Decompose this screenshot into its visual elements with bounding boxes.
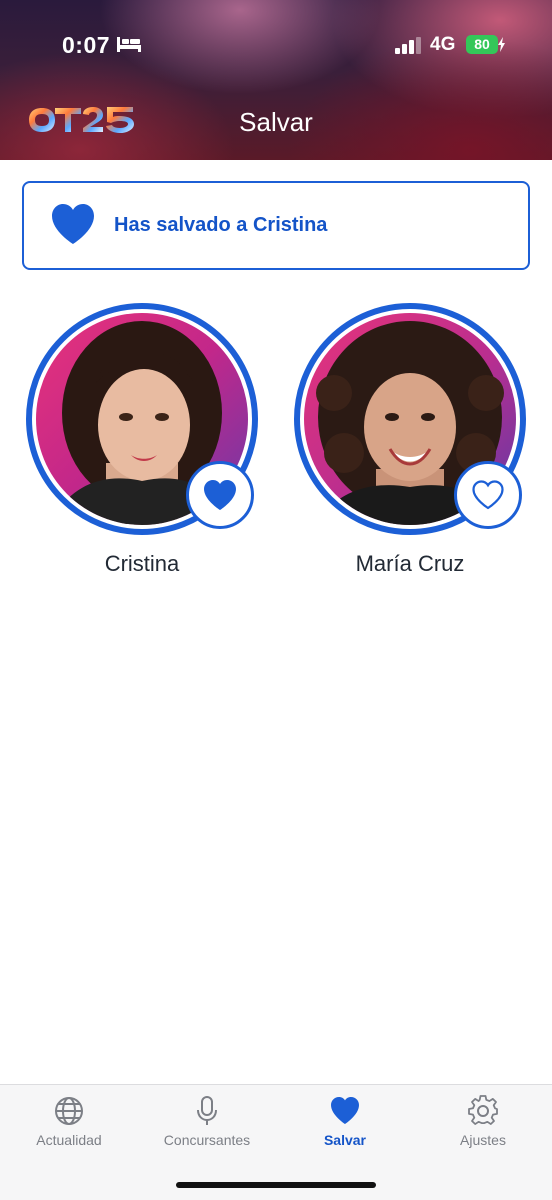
save-button[interactable] [186, 461, 254, 529]
battery-indicator: 80 [466, 35, 505, 54]
save-button[interactable] [454, 461, 522, 529]
status-time: 0:07 [62, 32, 111, 58]
contestant-card-maria-cruz[interactable]: María Cruz [294, 303, 526, 577]
tab-label: Salvar [323, 1132, 367, 1148]
avatar-ring [294, 303, 526, 535]
tab-salvar[interactable]: Salvar [276, 1095, 414, 1148]
tab-concursantes[interactable]: Concursantes [138, 1095, 276, 1148]
status-bar: 0:07 4G 80 [0, 0, 552, 90]
battery-level: 80 [474, 36, 490, 52]
heart-filled-icon [52, 204, 94, 244]
page-title-text: Salvar [239, 107, 313, 137]
tab-label: Actualidad [36, 1132, 102, 1148]
tab-label: Ajustes [460, 1132, 506, 1148]
bed-icon [117, 37, 141, 52]
tab-ajustes[interactable]: Ajustes [414, 1095, 552, 1148]
home-indicator[interactable] [176, 1182, 376, 1188]
contestant-name: María Cruz [355, 551, 465, 576]
heart-filled-icon [331, 1097, 359, 1124]
contestant-card-cristina[interactable]: Cristina [26, 303, 258, 577]
globe-icon [55, 1097, 83, 1125]
app-header: 0:07 4G 80 Salvar [0, 0, 552, 160]
tab-actualidad[interactable]: Actualidad [0, 1095, 138, 1148]
save-confirmation-banner: Has salvado a Cristina [22, 181, 530, 270]
cellular-signal-icon [395, 37, 421, 54]
microphone-icon [197, 1096, 217, 1125]
network-type: 4G [430, 34, 456, 55]
save-confirmation-text: Has salvado a Cristina [114, 214, 328, 236]
contestant-name: Cristina [104, 551, 180, 576]
charging-bolt-icon [498, 37, 505, 52]
gear-icon [468, 1095, 498, 1125]
heart-outline-icon [472, 480, 504, 510]
avatar-ring [26, 303, 258, 535]
heart-filled-icon [204, 480, 236, 510]
page-title: Salvar [0, 107, 552, 138]
tab-label: Concursantes [163, 1132, 251, 1148]
